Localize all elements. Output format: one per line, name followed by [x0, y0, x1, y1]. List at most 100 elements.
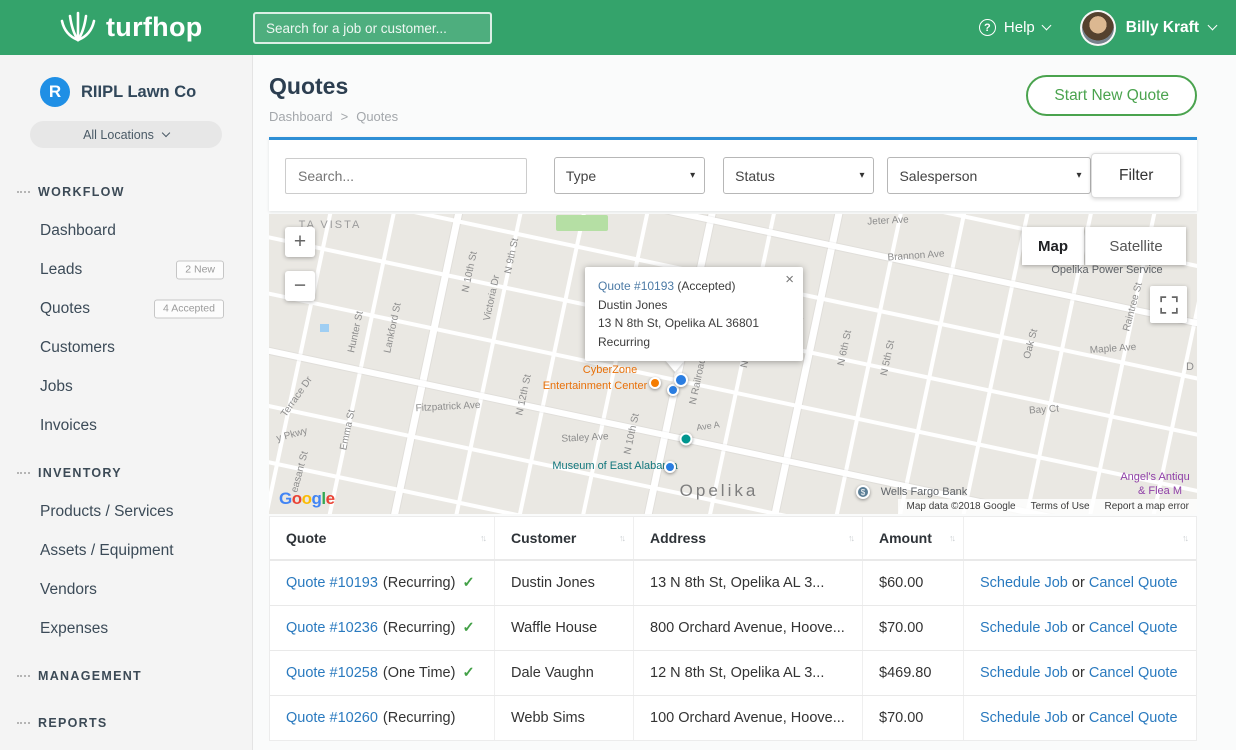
sidebar-item-customers[interactable]: Customers — [0, 328, 252, 367]
status-select[interactable]: Status ▾ — [723, 157, 874, 194]
map-data-text: Map data ©2018 Google — [906, 501, 1015, 512]
quotes-search-input[interactable] — [285, 158, 527, 194]
sidebar-nav: WORKFLOW Dashboard Leads2 New Quotes4 Ac… — [0, 172, 252, 742]
salesperson-select[interactable]: Salesperson ▾ — [887, 157, 1091, 194]
cancel-quote-link[interactable]: Cancel Quote — [1089, 575, 1178, 591]
pond — [320, 324, 329, 332]
section-dash — [17, 722, 30, 724]
filter-button[interactable]: Filter — [1091, 153, 1181, 198]
sidebar-item-assets-equipment[interactable]: Assets / Equipment — [0, 531, 252, 570]
transit-poi-marker[interactable] — [680, 433, 693, 446]
sidebar-item-dashboard[interactable]: Dashboard — [0, 211, 252, 250]
company-header[interactable]: R RIIPL Lawn Co — [0, 55, 252, 107]
quote-cell: Quote #10258(One Time)✓ — [270, 651, 495, 695]
google-logo[interactable]: Google — [279, 489, 335, 509]
actions-cell: Schedule Job or Cancel Quote — [964, 651, 1196, 695]
column-header-address[interactable]: Address↑↓ — [634, 517, 863, 559]
status-select-value: Status — [735, 168, 775, 184]
cancel-quote-link[interactable]: Cancel Quote — [1089, 710, 1178, 726]
sidebar-item-products-services[interactable]: Products / Services — [0, 492, 252, 531]
column-header-amount[interactable]: Amount↑↓ — [863, 517, 964, 559]
help-menu[interactable]: ? Help — [979, 19, 1050, 36]
column-header-actions[interactable]: ↑↓ — [964, 517, 1196, 559]
customer-cell: Dale Vaughn — [495, 651, 634, 695]
section-label: MANAGEMENT — [38, 669, 142, 683]
schedule-job-link[interactable]: Schedule Job — [980, 710, 1068, 726]
sidebar-item-expenses[interactable]: Expenses — [0, 609, 252, 648]
quote-link[interactable]: Quote #10258 — [286, 665, 378, 681]
table-row: Quote #10193(Recurring)✓ Dustin Jones 13… — [270, 560, 1196, 605]
column-header-customer[interactable]: Customer↑↓ — [495, 517, 634, 559]
item-label: Dashboard — [40, 222, 116, 239]
start-new-quote-button[interactable]: Start New Quote — [1026, 75, 1197, 116]
schedule-job-link[interactable]: Schedule Job — [980, 665, 1068, 681]
schedule-job-link[interactable]: Schedule Job — [980, 620, 1068, 636]
quote-link[interactable]: Quote #10193 — [286, 575, 378, 591]
amount-cell: $60.00 — [863, 561, 964, 605]
terms-link[interactable]: Terms of Use — [1031, 501, 1090, 512]
cancel-quote-link[interactable]: Cancel Quote — [1089, 665, 1178, 681]
section-dash — [17, 191, 30, 193]
customer-cell: Webb Sims — [495, 696, 634, 740]
sort-icon: ↑↓ — [1182, 533, 1187, 543]
user-menu[interactable]: Billy Kraft — [1080, 10, 1216, 46]
sort-icon: ↑↓ — [619, 533, 624, 543]
sort-icon: ↑↓ — [949, 533, 954, 543]
cancel-quote-link[interactable]: Cancel Quote — [1089, 620, 1178, 636]
map-view-button[interactable]: Map — [1022, 227, 1084, 265]
quote-type: (Recurring) — [383, 710, 456, 726]
sidebar-item-jobs[interactable]: Jobs — [0, 367, 252, 406]
map-attribution: Map data ©2018 Google Terms of Use Repor… — [898, 499, 1197, 514]
item-label: Quotes — [40, 300, 90, 317]
main-content: Quotes Dashboard > Quotes Start New Quot… — [253, 55, 1236, 750]
close-icon[interactable]: × — [785, 272, 794, 287]
sidebar-item-quotes[interactable]: Quotes4 Accepted — [0, 289, 252, 328]
topbar: turfhop ? Help Billy Kraft — [0, 0, 1236, 55]
customer-cell: Dustin Jones — [495, 561, 634, 605]
type-select-value: Type — [566, 168, 596, 184]
turfhop-logo[interactable]: turfhop — [58, 0, 203, 55]
satellite-view-button[interactable]: Satellite — [1085, 227, 1186, 265]
item-label: Leads — [40, 261, 82, 278]
cyberzone-poi-marker[interactable] — [649, 377, 661, 389]
quote-link[interactable]: Quote #10236 — [286, 620, 378, 636]
zoom-in-button[interactable]: + — [285, 227, 315, 257]
report-error-link[interactable]: Report a map error — [1105, 501, 1189, 512]
quote-map-marker[interactable] — [664, 461, 676, 473]
quote-map-marker[interactable] — [674, 373, 688, 387]
locations-label: All Locations — [83, 128, 154, 142]
column-header-quote[interactable]: Quote↑↓ — [270, 517, 495, 559]
breadcrumb-dashboard[interactable]: Dashboard — [269, 109, 333, 124]
sidebar-item-vendors[interactable]: Vendors — [0, 570, 252, 609]
sidebar-section-management[interactable]: MANAGEMENT — [0, 656, 252, 695]
item-label: Jobs — [40, 378, 73, 395]
caret-down-icon: ▾ — [690, 170, 695, 181]
popup-customer: Dustin Jones — [598, 296, 777, 315]
sidebar-section-reports[interactable]: REPORTS — [0, 703, 252, 742]
table-header-row: Quote↑↓ Customer↑↓ Address↑↓ Amount↑↓ ↑↓ — [270, 517, 1196, 560]
quotes-table: Quote↑↓ Customer↑↓ Address↑↓ Amount↑↓ ↑↓… — [269, 516, 1197, 741]
quote-link[interactable]: Quote #10260 — [286, 710, 378, 726]
zoom-out-button[interactable]: − — [285, 271, 315, 301]
section-label: INVENTORY — [38, 466, 122, 480]
map[interactable]: TA VISTA Jeter Ave Brannon Ave Opelika P… — [269, 214, 1197, 514]
quote-cell: Quote #10236(Recurring)✓ — [270, 606, 495, 650]
section-dash — [17, 675, 30, 677]
table-row: Quote #10236(Recurring)✓ Waffle House 80… — [270, 605, 1196, 650]
quote-type: (One Time) — [383, 665, 456, 681]
actions-cell: Schedule Job or Cancel Quote — [964, 696, 1196, 740]
type-select[interactable]: Type ▾ — [554, 157, 705, 194]
fullscreen-button[interactable] — [1150, 286, 1187, 323]
schedule-job-link[interactable]: Schedule Job — [980, 575, 1068, 591]
sidebar-item-leads[interactable]: Leads 2 New — [0, 250, 252, 289]
customer-cell: Waffle House — [495, 606, 634, 650]
popup-title: Quote #10193 (Accepted) — [598, 277, 777, 296]
popup-quote-link[interactable]: Quote #10193 — [598, 279, 674, 293]
popup-status: (Accepted) — [677, 279, 735, 293]
sidebar-item-invoices[interactable]: Invoices — [0, 406, 252, 445]
leads-badge: 2 New — [176, 260, 224, 279]
locations-dropdown[interactable]: All Locations — [30, 121, 222, 148]
global-search-input[interactable] — [253, 12, 492, 44]
bank-poi-marker[interactable]: $ — [856, 485, 870, 499]
page-header: Quotes Dashboard > Quotes Start New Quot… — [253, 55, 1236, 124]
